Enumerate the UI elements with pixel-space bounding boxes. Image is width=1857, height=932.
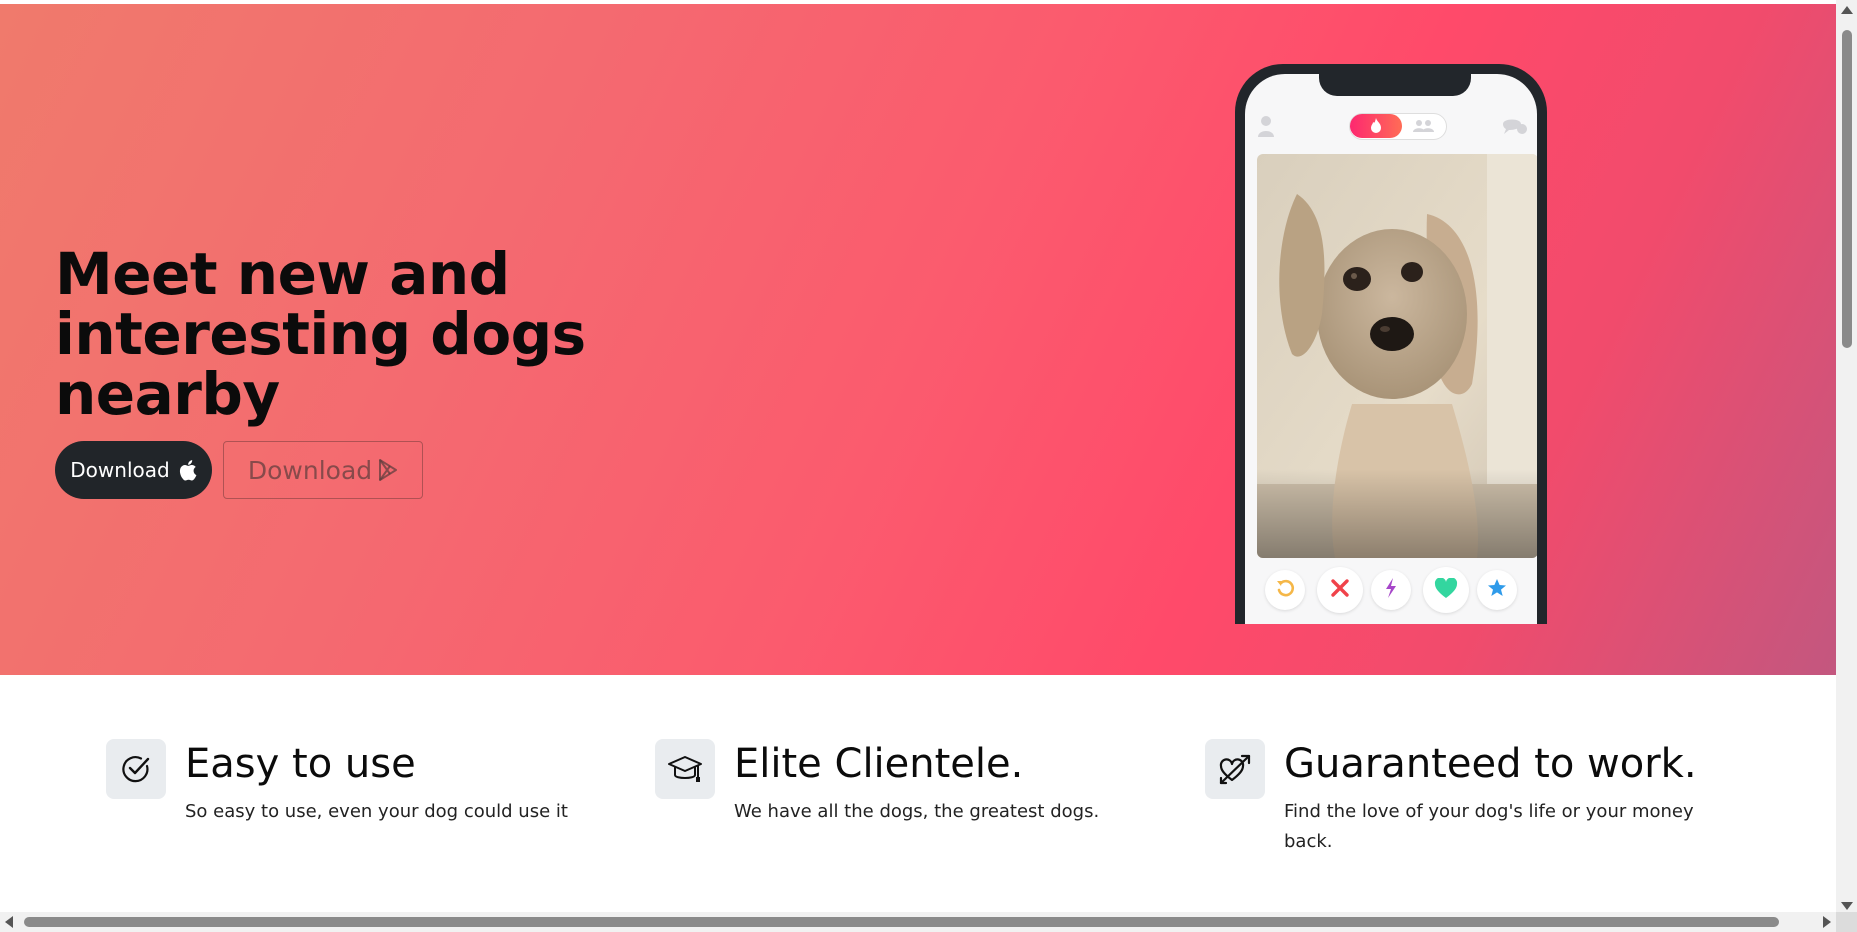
like-icon <box>1434 576 1458 603</box>
hero-section: Meet new and interesting dogs nearby Dow… <box>0 4 1836 675</box>
apple-icon <box>178 459 197 481</box>
scroll-up-icon[interactable] <box>1841 6 1853 14</box>
rewind-button[interactable] <box>1265 570 1305 610</box>
phone-screen <box>1245 74 1537 624</box>
chat-icon[interactable] <box>1501 115 1527 141</box>
vertical-scroll-thumb[interactable] <box>1842 30 1852 348</box>
super-like-icon <box>1487 578 1507 602</box>
profile-icon[interactable] <box>1257 115 1275 141</box>
app-header <box>1245 109 1537 145</box>
scrollbar-corner <box>1836 912 1857 932</box>
super-like-button[interactable] <box>1477 570 1517 610</box>
feature-title: Elite Clientele. <box>734 741 1024 787</box>
horizontal-scrollbar[interactable] <box>0 912 1836 932</box>
boost-icon <box>1384 578 1398 602</box>
download-android-button[interactable]: Download <box>223 441 423 499</box>
feature-description: Find the love of your dog's life or your… <box>1284 801 1694 852</box>
window-top-edge <box>0 0 1836 4</box>
scroll-right-icon[interactable] <box>1823 916 1831 928</box>
download-ios-label: Download <box>70 458 170 482</box>
google-play-icon <box>378 459 398 481</box>
group-icon <box>1412 118 1436 137</box>
dog-profile-card[interactable] <box>1257 154 1537 558</box>
mortarboard-icon <box>655 739 715 799</box>
flame-icon <box>1350 114 1402 138</box>
dog-photo <box>1257 154 1537 558</box>
scroll-left-icon[interactable] <box>5 916 13 928</box>
vertical-scrollbar[interactable] <box>1836 0 1857 932</box>
phone-notch <box>1319 74 1471 96</box>
feature-description: So easy to use, even your dog could use … <box>185 801 568 822</box>
mode-toggle[interactable] <box>1349 113 1447 140</box>
phone-mockup <box>1235 64 1547 624</box>
feature-description: We have all the dogs, the greatest dogs. <box>734 801 1100 822</box>
like-button[interactable] <box>1423 567 1469 613</box>
check-circle-icon <box>106 739 166 799</box>
download-ios-button[interactable]: Download <box>55 441 212 499</box>
horizontal-scroll-thumb[interactable] <box>24 917 1779 927</box>
rewind-icon <box>1275 578 1295 602</box>
download-android-label: Download <box>247 455 373 485</box>
swipe-actions <box>1245 564 1537 614</box>
feature-title: Easy to use <box>185 741 416 787</box>
page: Meet new and interesting dogs nearby Dow… <box>0 4 1836 916</box>
nope-button[interactable] <box>1317 567 1363 613</box>
nope-icon <box>1330 578 1350 602</box>
feature-title: Guaranteed to work. <box>1284 741 1697 787</box>
boost-button[interactable] <box>1371 570 1411 610</box>
heart-arrow-icon <box>1205 739 1265 799</box>
scroll-down-icon[interactable] <box>1841 902 1853 910</box>
hero-headline: Meet new and interesting dogs nearby <box>55 240 586 428</box>
